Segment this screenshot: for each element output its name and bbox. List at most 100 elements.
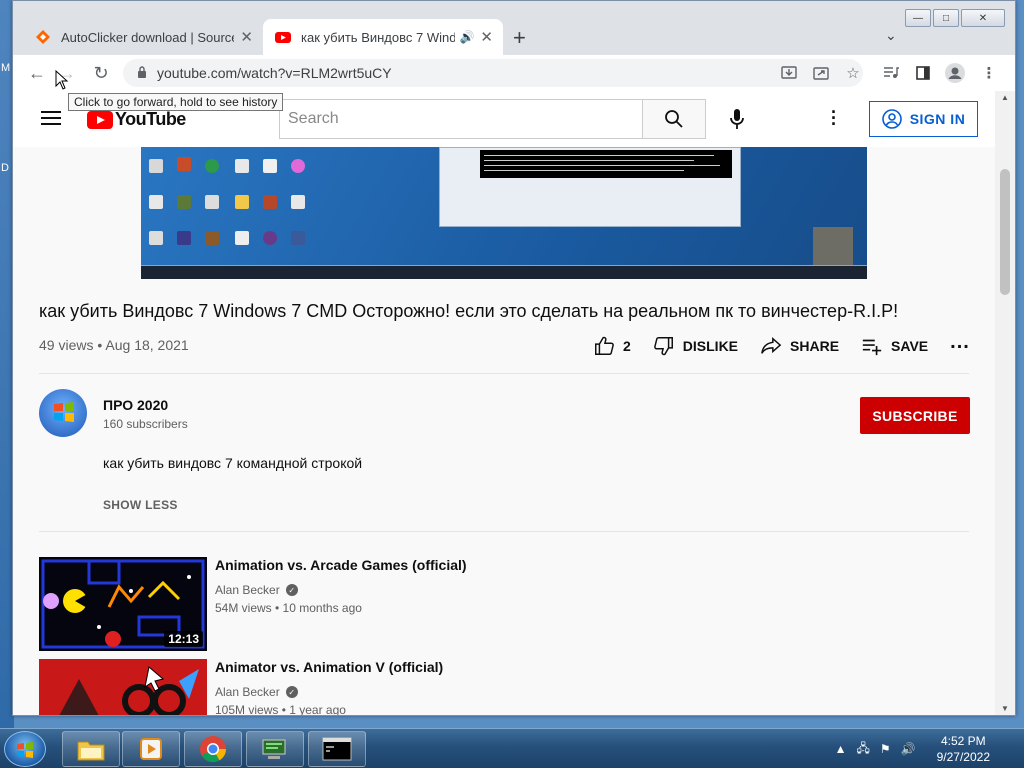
video-description: как убить виндовс 7 командной строкой — [103, 455, 363, 471]
playlist-add-icon — [862, 339, 882, 356]
close-window-button[interactable]: ✕ — [961, 9, 1005, 27]
search-input[interactable]: Search — [279, 99, 643, 139]
video-thumbnail[interactable] — [39, 659, 207, 715]
tab-sourceforge[interactable]: AutoClicker download | SourceForge ✕ — [23, 19, 263, 55]
video-meta: 49 views • Aug 18, 2021 — [39, 337, 189, 353]
youtube-logo-text: YouTube — [115, 109, 186, 129]
divider — [39, 373, 969, 374]
youtube-play-icon — [87, 110, 113, 129]
clock[interactable]: 4:52 PM 9/27/2022 — [937, 733, 990, 765]
url-text: youtube.com/watch?v=RLM2wrt5uCY — [157, 65, 392, 81]
taskbar-media-player[interactable] — [122, 731, 180, 767]
system-tray: ▲ 🖧 ⚑ 🔊 4:52 PM 9/27/2022 — [830, 729, 1024, 768]
thumbs-down-icon — [653, 337, 673, 356]
scrollbar-thumb[interactable] — [1000, 169, 1010, 295]
new-tab-button[interactable]: + — [513, 25, 526, 51]
taskbar-explorer[interactable] — [62, 731, 120, 767]
scroll-up-icon[interactable]: ▲ — [1001, 93, 1009, 102]
channel-label: Alan Becker — [215, 583, 280, 597]
video-frame-cmd-window — [439, 147, 741, 227]
windows-logo-icon — [54, 402, 74, 422]
recommended-video[interactable]: 12:13 Animation vs. Arcade Games (offici… — [39, 557, 969, 653]
browser-menu-icon[interactable]: ⋮ — [977, 61, 1001, 85]
more-actions-icon[interactable]: ... — [950, 331, 970, 354]
like-button[interactable]: 2 — [593, 335, 631, 357]
install-app-icon[interactable] — [777, 61, 801, 85]
close-tab-icon[interactable]: ✕ — [240, 28, 253, 46]
dislike-button[interactable]: DISLIKE — [653, 335, 738, 357]
tab-strip: AutoClicker download | SourceForge ✕ как… — [13, 1, 1015, 55]
explorer-icon — [77, 741, 105, 761]
lock-icon[interactable] — [137, 65, 147, 81]
address-bar[interactable]: youtube.com/watch?v=RLM2wrt5uCY — [123, 59, 863, 87]
channel-avatar[interactable] — [39, 389, 87, 437]
save-label: SAVE — [891, 338, 929, 354]
profile-avatar-icon[interactable] — [943, 61, 967, 85]
windows-start-icon — [17, 742, 33, 758]
reload-icon[interactable]: ↻ — [89, 61, 113, 85]
youtube-icon — [275, 32, 291, 43]
video-thumbnail[interactable]: 12:13 — [39, 557, 207, 651]
account-icon — [881, 109, 902, 129]
recommended-video[interactable]: Animator vs. Animation V (official) Alan… — [39, 659, 969, 715]
channel-name[interactable]: ПРО 2020 — [103, 397, 168, 413]
clock-date: 9/27/2022 — [936, 750, 990, 764]
share-label: SHARE — [790, 338, 840, 354]
share-button[interactable]: SHARE — [760, 335, 839, 357]
microphone-icon[interactable] — [723, 105, 751, 133]
channel-label: Alan Becker — [215, 685, 280, 699]
speaker-icon[interactable]: 🔊 — [459, 30, 474, 44]
window-controls: — □ ✕ — [905, 9, 1005, 27]
start-button[interactable] — [4, 731, 46, 767]
minimize-button[interactable]: — — [905, 9, 931, 27]
network-tray-icon[interactable]: 🖧 — [857, 739, 870, 760]
sourceforge-icon — [36, 30, 50, 44]
sign-in-button[interactable]: SIGN IN — [869, 101, 978, 137]
search-button[interactable] — [642, 99, 706, 139]
video-player[interactable] — [141, 147, 867, 279]
hamburger-menu-icon[interactable] — [41, 111, 61, 125]
tab-search-icon[interactable]: ⌄ — [885, 27, 897, 44]
show-hidden-icons-icon[interactable]: ▲ — [835, 742, 847, 756]
show-less-button[interactable]: SHOW LESS — [103, 498, 178, 512]
settings-menu-icon[interactable]: · · · — [831, 103, 837, 133]
taskbar-cmd[interactable] — [308, 731, 366, 767]
verified-check-icon: ✓ — [285, 584, 298, 596]
taskbar-chrome[interactable] — [184, 731, 242, 767]
taskbar-network[interactable] — [246, 731, 304, 767]
recommended-meta: 54M views • 10 months ago — [215, 601, 362, 615]
browser-toolbar: ← → ↻ youtube.com/watch?v=RLM2wrt5uCY ☆ … — [13, 55, 1015, 91]
youtube-logo[interactable]: YouTube — [87, 109, 186, 130]
bookmark-star-icon[interactable]: ☆ — [841, 61, 865, 85]
search-icon — [665, 110, 683, 128]
share-arrow-icon — [761, 337, 782, 354]
network-icon — [262, 739, 286, 759]
recommended-title[interactable]: Animator vs. Animation V (official) — [215, 659, 443, 675]
recommended-channel: Alan Becker ✓ — [215, 685, 298, 699]
maximize-button[interactable]: □ — [933, 9, 959, 27]
volume-icon[interactable]: 🔊 — [901, 742, 916, 756]
chrome-icon — [200, 736, 227, 763]
side-panel-icon[interactable] — [911, 61, 935, 85]
media-player-icon — [140, 738, 162, 760]
video-duration: 12:13 — [164, 631, 203, 647]
sign-in-label: SIGN IN — [909, 111, 966, 127]
back-arrow-icon[interactable]: ← — [25, 61, 49, 85]
save-button[interactable]: SAVE — [861, 335, 928, 357]
cmd-icon — [322, 737, 352, 761]
share-page-icon[interactable] — [809, 61, 833, 85]
page-scrollbar[interactable]: ▲ ▼ — [995, 91, 1015, 715]
scroll-down-icon[interactable]: ▼ — [1001, 704, 1009, 713]
video-frame-desktop — [141, 147, 867, 265]
video-webcam-overlay — [813, 227, 853, 265]
like-count: 2 — [623, 338, 631, 354]
tab-youtube[interactable]: как убить Виндовс 7 Windows 7 CMD 🔊 ✕ — [263, 19, 503, 55]
action-center-icon[interactable]: ⚑ — [880, 742, 891, 756]
mouse-cursor-icon — [55, 70, 69, 90]
recommended-channel: Alan Becker ✓ — [215, 583, 298, 597]
close-tab-icon[interactable]: ✕ — [480, 28, 493, 46]
subscribe-button[interactable]: SUBSCRIBE — [860, 397, 970, 434]
verified-check-icon: ✓ — [285, 686, 298, 698]
recommended-title[interactable]: Animation vs. Arcade Games (official) — [215, 557, 467, 573]
media-control-icon[interactable] — [879, 61, 903, 85]
